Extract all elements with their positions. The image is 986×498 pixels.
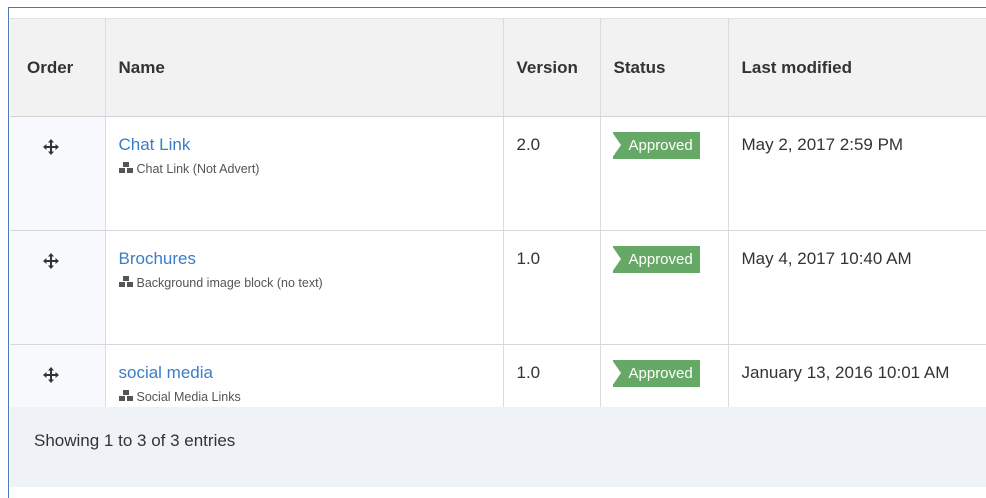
order-cell[interactable] [10,116,106,231]
move-icon[interactable] [43,253,60,269]
name-cell: Brochures Background image block (no tex… [105,230,504,345]
block-type: Social Media Links [118,389,503,405]
column-header-order[interactable]: Order [10,18,106,117]
column-header-last-modified[interactable]: Last modified [728,18,986,117]
cubes-icon [118,162,133,173]
name-cell: Chat Link Chat Link (Not Advert) [105,116,504,231]
table-header-row: Order Name Version Status Last modified [10,18,986,117]
column-header-name[interactable]: Name [105,18,504,117]
cubes-icon [118,390,133,401]
last-modified-cell: May 2, 2017 2:59 PM [728,116,986,231]
status-cell: Approved [600,230,729,345]
table-footer: Showing 1 to 3 of 3 entries [10,407,986,487]
table-info: Showing 1 to 3 of 3 entries [34,431,236,450]
column-header-status[interactable]: Status [600,18,729,117]
column-header-version[interactable]: Version [503,18,601,117]
move-icon[interactable] [43,367,60,383]
content-table: Order Name Version Status Last modified … [10,18,986,459]
item-name-link[interactable]: Brochures [119,249,503,269]
status-badge: Approved [611,246,700,273]
block-type-label: Social Media Links [136,390,241,404]
status-cell: Approved [600,116,729,231]
table-row: Brochures Background image block (no tex… [10,230,986,345]
last-modified-cell: May 4, 2017 10:40 AM [728,230,986,345]
item-name-link[interactable]: Chat Link [119,135,503,155]
move-icon[interactable] [43,139,60,155]
item-name-link[interactable]: social media [119,363,503,383]
block-type: Background image block (no text) [118,275,503,291]
status-badge: Approved [611,132,700,159]
block-type-label: Chat Link (Not Advert) [136,162,260,176]
version-cell: 1.0 [503,230,601,345]
status-badge: Approved [611,360,700,387]
cubes-icon [118,276,133,287]
block-type-label: Background image block (no text) [136,276,323,290]
table-row: Chat Link Chat Link (Not Advert) 2.0 App… [10,116,986,231]
block-type: Chat Link (Not Advert) [118,161,503,177]
order-cell[interactable] [10,230,106,345]
version-cell: 2.0 [503,116,601,231]
